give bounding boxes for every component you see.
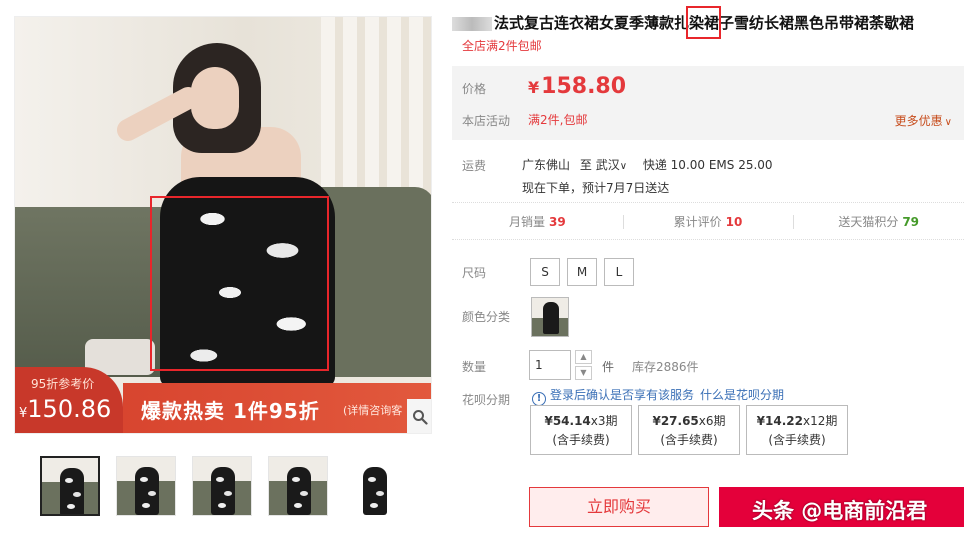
shop-activity: 满2件,包邮	[528, 113, 588, 127]
stat-label: 累计评价	[673, 215, 722, 229]
dress-highlight-box	[150, 196, 329, 371]
price: ¥158.80	[528, 74, 626, 99]
stat-value: 39	[548, 215, 566, 229]
installment-plan-6[interactable]: ¥27.65x6期 (含手续费)	[638, 405, 740, 455]
thumb-dress	[60, 468, 84, 514]
stat-points: 送天猫积分 79	[793, 203, 964, 239]
ship-to-select[interactable]: 武汉∨	[596, 158, 633, 172]
activity-label: 本店活动	[462, 114, 511, 128]
plan-periods: x12期	[802, 414, 838, 428]
shipping-line: 广东佛山 至 武汉∨ 快递 10.00 EMS 25.00	[522, 156, 773, 173]
delivery-eta: 现在下单，预计7月7日送达	[522, 181, 670, 195]
stat-value: 10	[725, 215, 743, 229]
thumbnail-5[interactable]	[344, 456, 404, 516]
ship-from: 广东佛山	[522, 158, 571, 172]
more-discounts-label: 更多优惠	[894, 114, 943, 128]
size-option-m[interactable]: M	[567, 258, 597, 286]
stat-label: 送天猫积分	[838, 215, 899, 229]
installment-plans: ¥54.14x3期 (含手续费) ¥27.65x6期 (含手续费) ¥14.22x1…	[530, 405, 848, 455]
more-discounts-link[interactable]: 更多优惠 ∨	[895, 112, 952, 129]
stock-count: 库存2886件	[632, 360, 699, 374]
price-label: 价格	[462, 82, 487, 96]
info-icon: !	[532, 392, 546, 406]
plan-amount: ¥27.65	[652, 414, 699, 428]
title-highlight-box	[686, 6, 721, 39]
plan-fee: (含手续费)	[660, 433, 718, 447]
chevron-down-icon: ∨	[619, 161, 628, 172]
stat-label: 月销量	[508, 215, 545, 229]
shipping-label: 运费	[462, 159, 487, 173]
product-subtitle: 全店满2件包邮	[462, 39, 542, 53]
magnifier-icon	[413, 410, 428, 425]
quantity-label: 数量	[462, 360, 487, 374]
zoom-button[interactable]	[407, 399, 431, 433]
thumb-dress	[287, 467, 311, 515]
thumbnail-2[interactable]	[116, 456, 176, 516]
stat-monthly-sales: 月销量 39	[452, 203, 623, 239]
thumb-dress	[211, 467, 235, 515]
size-label: 尺码	[462, 266, 487, 280]
size-option-s[interactable]: S	[530, 258, 560, 286]
ship-to-word: 至	[579, 158, 592, 172]
chevron-down-icon: ∨	[944, 117, 952, 128]
redacted-brand	[452, 16, 492, 31]
promo-price: ¥150.86	[19, 395, 111, 423]
plan-fee: (含手续费)	[768, 433, 826, 447]
promo-subline: (详情咨询客	[343, 404, 403, 417]
thumbnail-4[interactable]	[268, 456, 328, 516]
quantity-decrease-button[interactable]: ▼	[575, 366, 592, 380]
size-option-l[interactable]: L	[604, 258, 634, 286]
ship-to: 武汉	[595, 158, 620, 172]
watermark: 头条 @电商前沿君	[752, 499, 928, 523]
thumbnail-1[interactable]	[40, 456, 100, 516]
quantity-increase-button[interactable]: ▲	[575, 350, 592, 364]
price-box: 价格 ¥158.80 本店活动 满2件,包邮 更多优惠 ∨	[452, 66, 964, 140]
thumbnail-strip	[40, 456, 404, 516]
plan-periods: x6期	[698, 414, 726, 428]
promo-price-block: 95折参考价 ¥150.86	[15, 367, 123, 433]
product-page: 95折参考价 ¥150.86 爆款热卖 1件95折 (详情咨询客 法式复古连衣裙…	[0, 0, 976, 541]
color-label: 颜色分类	[462, 310, 511, 324]
promo-tag: 95折参考价	[31, 377, 95, 391]
thumbnail-3[interactable]	[192, 456, 252, 516]
huabei-login-link[interactable]: 登录后确认是否享有该服务	[550, 388, 694, 402]
buy-now-button[interactable]: 立即购买	[529, 487, 709, 527]
quantity-unit: 件	[602, 360, 615, 374]
huabei-help-link[interactable]: 什么是花呗分期	[700, 388, 784, 402]
installment-plan-12[interactable]: ¥14.22x12期 (含手续费)	[746, 405, 848, 455]
plan-periods: x3期	[590, 414, 618, 428]
ship-express: 快递 10.00 EMS 25.00	[642, 158, 773, 172]
quantity-input[interactable]	[529, 350, 571, 380]
plan-amount-line: ¥54.14x3期	[531, 412, 631, 431]
promo-price-value: 150.86	[27, 395, 112, 423]
price-currency: ¥	[528, 78, 540, 97]
sales-stats: 月销量 39 累计评价 10 送天猫积分 79	[452, 202, 964, 240]
thumb-dress	[363, 467, 387, 515]
promo-headline: 爆款热卖 1件95折	[141, 399, 320, 423]
plan-fee: (含手续费)	[552, 433, 610, 447]
stat-value: 79	[902, 215, 920, 229]
stat-reviews[interactable]: 累计评价 10	[622, 203, 794, 239]
promo-band: 95折参考价 ¥150.86 爆款热卖 1件95折 (详情咨询客	[15, 367, 431, 433]
swatch-dress	[543, 302, 559, 334]
plan-amount: ¥14.22	[756, 414, 803, 428]
plan-amount-line: ¥14.22x12期	[747, 412, 847, 431]
huabei-note: ! 登录后确认是否享有该服务 什么是花呗分期	[532, 386, 784, 406]
color-swatch[interactable]	[531, 297, 569, 337]
thumb-dress	[135, 467, 159, 515]
promo-headline-block: 爆款热卖 1件95折 (详情咨询客	[123, 383, 431, 433]
plan-amount: ¥54.14	[544, 414, 591, 428]
huabei-label: 花呗分期	[462, 393, 511, 407]
installment-plan-3[interactable]: ¥54.14x3期 (含手续费)	[530, 405, 632, 455]
plan-amount-line: ¥27.65x6期	[639, 412, 739, 431]
price-value: 158.80	[541, 74, 627, 99]
size-options: S M L	[530, 258, 634, 286]
